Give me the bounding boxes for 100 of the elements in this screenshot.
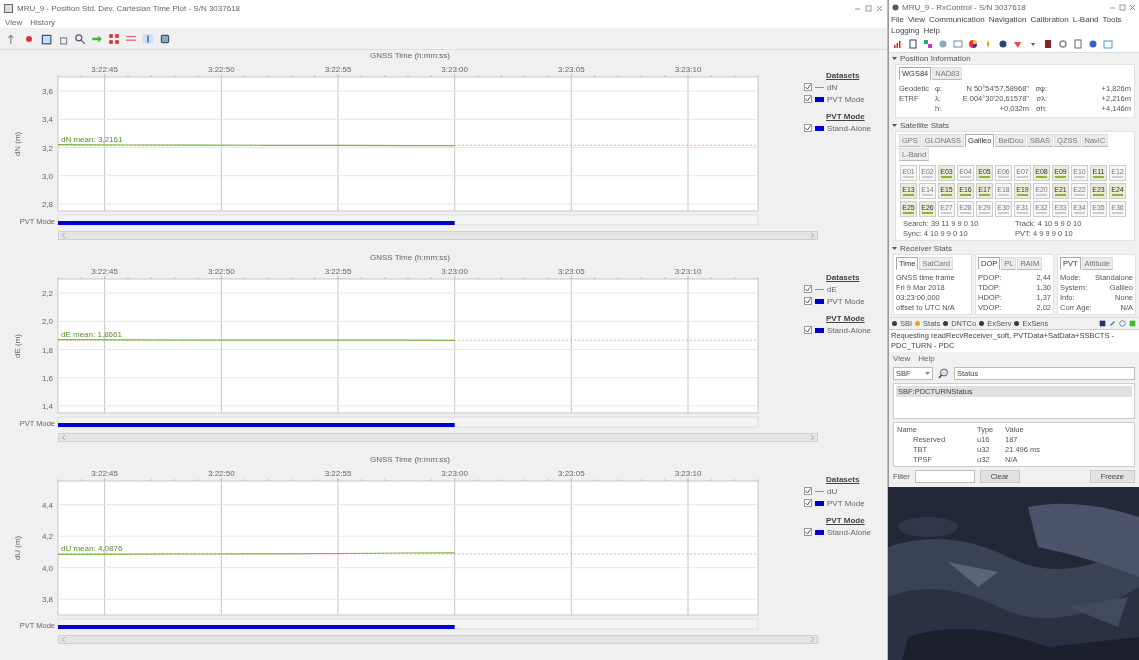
menu-item[interactable]: History xyxy=(30,17,56,27)
section-title: Satellite Stats xyxy=(900,121,949,130)
signal-bars-icon[interactable] xyxy=(893,39,903,49)
section-title: Receiver Stats xyxy=(900,244,953,253)
mean-label: dE mean: 1,8661 xyxy=(61,330,122,340)
axis-title: dU (m) xyxy=(13,535,22,561)
window-title: MRU_9 - RxControl - S/N 3037618 xyxy=(902,2,1027,12)
close-icon[interactable] xyxy=(1129,3,1136,11)
search-icon[interactable] xyxy=(938,368,949,379)
menu-item[interactable]: Help xyxy=(918,353,935,363)
menu-item[interactable]: File xyxy=(891,14,904,25)
axis-tick-label: 2,8 xyxy=(41,199,53,209)
panel-icon[interactable] xyxy=(908,39,918,49)
legend-label: Stand-Alone xyxy=(827,123,872,133)
axis-tick-label: 3:22:50 xyxy=(208,65,235,74)
axis-tick-label: 3:22:50 xyxy=(208,469,235,478)
checkbox[interactable] xyxy=(804,487,812,495)
legend-title: PVT Mode xyxy=(826,516,866,525)
checkbox[interactable] xyxy=(804,83,812,91)
axis-tick-label: 3:23:10 xyxy=(674,469,702,478)
mean-label: dU mean: 4,0876 xyxy=(61,543,123,553)
checkbox[interactable] xyxy=(804,95,812,103)
legend-title: PVT Mode xyxy=(826,314,866,323)
checkbox[interactable] xyxy=(804,528,812,536)
line-swatch-icon xyxy=(815,287,824,291)
magnifier-icon[interactable] xyxy=(74,32,86,45)
line-swatch-icon xyxy=(815,489,824,493)
axis-tick-label: 3:23:00 xyxy=(441,469,468,478)
menu-item[interactable]: Navigation xyxy=(988,14,1027,25)
menu-item[interactable]: Logging xyxy=(891,25,920,36)
axis-tick-label: 3:22:45 xyxy=(91,267,118,276)
checkbox[interactable] xyxy=(804,124,812,132)
menu-item[interactable]: View xyxy=(907,14,926,25)
axis-tick-label: 3:23:00 xyxy=(441,267,468,276)
collapse-triangle-icon[interactable] xyxy=(892,246,897,251)
axis-tick-label: 4,4 xyxy=(41,500,53,510)
axis-title: dN (m) xyxy=(13,131,22,157)
axis-tick-label: 3,2 xyxy=(41,143,53,153)
menu-item[interactable]: View xyxy=(5,17,23,27)
maximize-icon[interactable] xyxy=(865,4,872,12)
axis-tick-label: 3:23:05 xyxy=(558,65,585,74)
legend-label: dN xyxy=(827,82,838,92)
legend-label: dU xyxy=(827,486,838,496)
axis-tick-label: 4,0 xyxy=(41,563,53,573)
legend-label: PVT Mode xyxy=(827,94,865,104)
square-icon[interactable] xyxy=(40,32,52,45)
menu-item[interactable]: Calibration xyxy=(1030,14,1069,25)
pie-icon[interactable] xyxy=(968,39,978,49)
axis-tick-label: 1,4 xyxy=(41,401,53,411)
axis-tick-label: 4,2 xyxy=(41,532,53,542)
axis-tick-label: 2,2 xyxy=(41,289,53,299)
app-icon xyxy=(4,3,13,13)
collapse-triangle-icon[interactable] xyxy=(892,56,897,61)
maximize-icon[interactable] xyxy=(1119,3,1126,11)
axis-title: GNSS Time (h:mm:ss) xyxy=(369,253,451,263)
collapse-triangle-icon[interactable] xyxy=(892,123,897,128)
axis-tick-label: 1,8 xyxy=(41,345,53,355)
checkbox[interactable] xyxy=(804,285,812,293)
menu-item[interactable]: Tools xyxy=(1102,14,1122,25)
axis-tick-label: 3,6 xyxy=(41,87,53,97)
axis-tick-label: 3,4 xyxy=(41,115,53,125)
expand-icon[interactable] xyxy=(108,32,120,45)
axis-tick-label: 3:22:55 xyxy=(324,267,352,276)
menu-item[interactable]: L-Band xyxy=(1072,14,1099,25)
checkbox[interactable] xyxy=(804,499,812,507)
legend-title: PVT Mode xyxy=(826,112,866,121)
axis-tick-label: 3:22:55 xyxy=(324,65,352,74)
legend-label: PVT Mode xyxy=(827,296,865,306)
axis-tick-label: 1,6 xyxy=(41,373,53,383)
checkbox[interactable] xyxy=(804,326,812,334)
axis-tick-label: 3:22:55 xyxy=(324,469,352,478)
mean-label: dN mean: 3,2161 xyxy=(61,135,123,145)
legend-label: dE xyxy=(827,284,837,294)
axis-tick-label: 3:22:45 xyxy=(91,65,118,74)
app-icon xyxy=(892,3,899,11)
axis-tick-label: 3:23:10 xyxy=(674,267,702,276)
legend-title: Datasets xyxy=(826,475,861,484)
window-title: MRU_9 - Position Std. Dev. Cartesian Time Plot - S/N 3037618 xyxy=(17,3,242,13)
caret-icon xyxy=(925,371,930,376)
axis-title: GNSS Time (h:mm:ss) xyxy=(369,51,451,61)
filter-field[interactable] xyxy=(914,470,975,483)
legend-title: Datasets xyxy=(826,71,861,80)
axis-tick-label: 3,8 xyxy=(41,595,53,605)
menu-item[interactable]: Help xyxy=(923,25,940,36)
legend-title: Datasets xyxy=(826,273,861,282)
axis-title: dE (m) xyxy=(13,334,22,358)
menu-item[interactable]: Communication xyxy=(929,14,985,25)
axis-title: GNSS Time (h:mm:ss) xyxy=(369,455,451,465)
legend-label: Stand-Alone xyxy=(827,325,872,335)
legend-label: Stand-Alone xyxy=(827,527,872,537)
document-icon[interactable] xyxy=(1073,39,1083,49)
axis-tick-label: 3:22:45 xyxy=(91,469,118,478)
menu-item[interactable]: View xyxy=(893,353,911,363)
axis-tick-label: 2,0 xyxy=(41,317,53,327)
window-icon[interactable] xyxy=(953,39,963,49)
axis-tick-label: 3:23:05 xyxy=(558,469,585,478)
axis-tick-label: 3:23:05 xyxy=(558,267,585,276)
axis-tick-label: 3:22:50 xyxy=(208,267,235,276)
close-icon[interactable] xyxy=(876,4,883,12)
checkbox[interactable] xyxy=(804,297,812,305)
